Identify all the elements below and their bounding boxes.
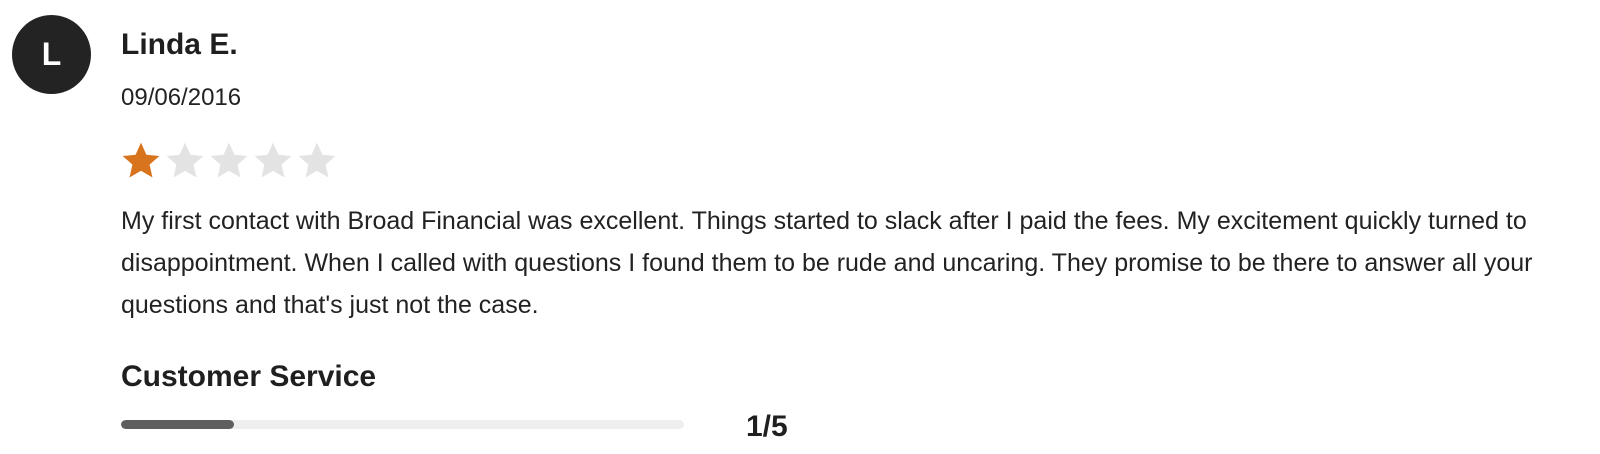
star-icon — [254, 142, 292, 178]
star-icon — [210, 142, 248, 178]
review-text: My first contact with Broad Financial wa… — [121, 207, 1533, 319]
category-score-bar-fill — [121, 420, 234, 429]
star-icon — [166, 142, 204, 178]
category-score-bar — [121, 420, 684, 429]
avatar: L — [12, 15, 91, 94]
category-score: 1/5 — [746, 410, 788, 443]
review-card: L Linda E. 09/06/2016 My first contact w… — [0, 0, 1600, 454]
review-date: 09/06/2016 — [121, 84, 242, 111]
star-rating — [120, 140, 338, 182]
star-icon — [122, 142, 160, 178]
category-title: Customer Service — [121, 360, 377, 393]
star-icon — [298, 142, 336, 178]
avatar-initial: L — [41, 36, 62, 72]
reviewer-name: Linda E. — [121, 28, 238, 61]
